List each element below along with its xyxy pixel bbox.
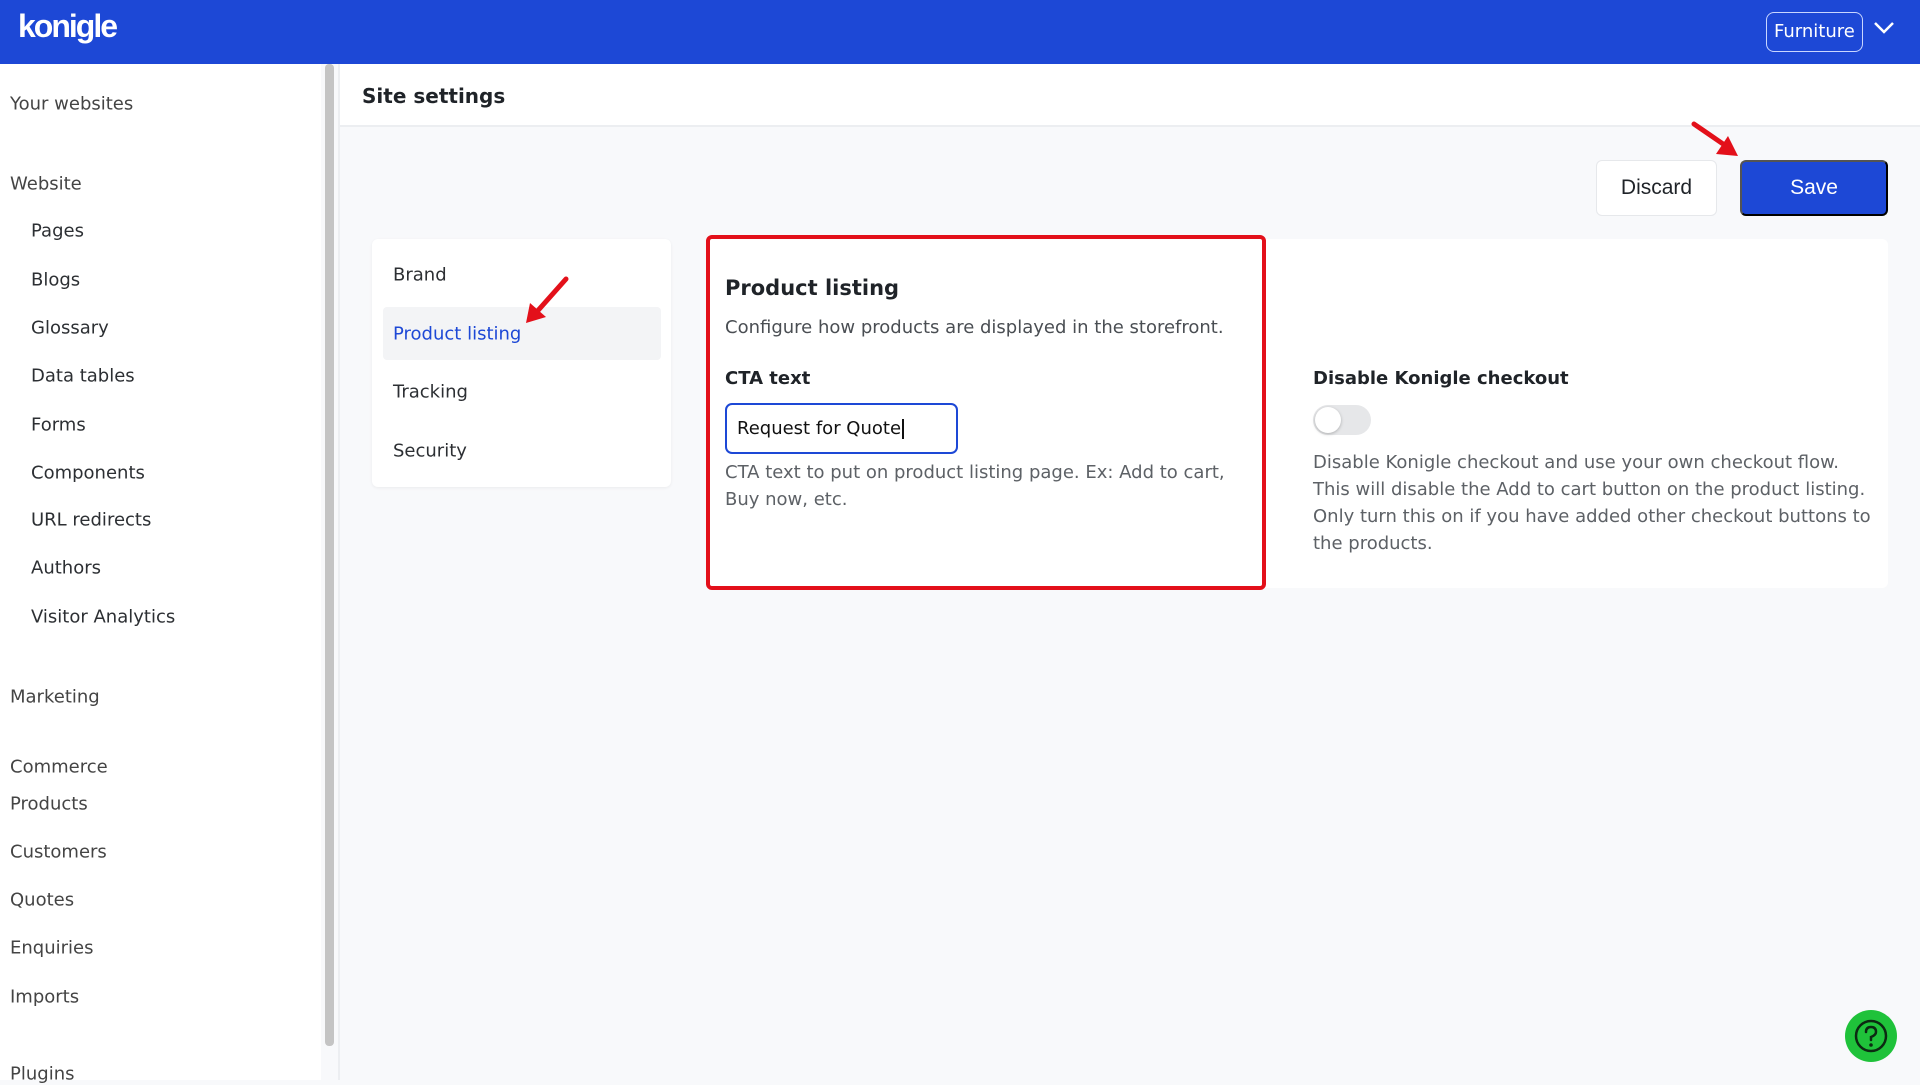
toggle-knob[interactable]: [1315, 407, 1341, 433]
red-arrow-icon: [1691, 121, 1738, 156]
section-title: Product listing: [725, 276, 900, 300]
sidebar-section-commerce: Commerce: [10, 756, 108, 778]
divider: [338, 64, 340, 1080]
tab-brand[interactable]: Brand: [393, 265, 447, 286]
save-button[interactable]: Save: [1740, 160, 1888, 216]
cta-text-input[interactable]: Request for Quote: [725, 403, 958, 454]
sidebar-item-data-tables[interactable]: Data tables: [31, 366, 135, 387]
red-arrow-icon: [526, 276, 569, 323]
sidebar-item-visitor-analytics[interactable]: Visitor Analytics: [31, 607, 175, 628]
sidebar-section-plugins[interactable]: Plugins: [10, 1064, 74, 1085]
cta-text-help: CTA text to put on product listing page.…: [725, 462, 1225, 510]
disable-checkout-help: Disable Konigle checkout and use your ow…: [1313, 452, 1871, 554]
help-button[interactable]: [1845, 1010, 1897, 1062]
sidebar: Your websites Website Pages Blogs Glossa…: [0, 64, 321, 1085]
cta-text-label: CTA text: [725, 368, 811, 389]
section-description: Configure how products are displayed in …: [725, 317, 1224, 338]
chevron-down-icon[interactable]: [1872, 18, 1896, 38]
konigle-logo[interactable]: konigle: [18, 8, 118, 45]
tab-security[interactable]: Security: [393, 441, 467, 462]
sidebar-item-quotes[interactable]: Quotes: [10, 890, 74, 911]
page-header: [340, 64, 1920, 127]
sidebar-item-url-redirects[interactable]: URL redirects: [31, 510, 151, 531]
sidebar-item-blogs[interactable]: Blogs: [31, 270, 80, 291]
sidebar-item-components[interactable]: Components: [31, 463, 145, 484]
question-circle-icon: [1854, 1019, 1888, 1053]
sidebar-item-imports[interactable]: Imports: [10, 987, 79, 1008]
sidebar-item-products[interactable]: Products: [10, 794, 88, 815]
sidebar-item-authors[interactable]: Authors: [31, 558, 101, 579]
tab-product-listing[interactable]: Product listing: [393, 324, 521, 345]
sidebar-item-pages[interactable]: Pages: [31, 221, 84, 242]
sidebar-item-forms[interactable]: Forms: [31, 415, 86, 436]
disable-checkout-label: Disable Konigle checkout: [1313, 368, 1569, 389]
text-cursor: [902, 418, 904, 439]
sidebar-section-website[interactable]: Website: [10, 174, 82, 195]
sidebar-item-enquiries[interactable]: Enquiries: [10, 938, 93, 959]
sidebar-item-glossary[interactable]: Glossary: [31, 318, 109, 339]
page-title: Site settings: [362, 84, 506, 108]
store-selector[interactable]: Furniture: [1766, 12, 1863, 52]
sidebar-item-customers[interactable]: Customers: [10, 842, 107, 863]
cta-text-value: Request for Quote: [737, 418, 902, 439]
sidebar-scrollbar[interactable]: [325, 64, 334, 1046]
top-bar: [0, 0, 1920, 64]
sidebar-item-your-websites[interactable]: Your websites: [10, 94, 133, 115]
sidebar-section-marketing[interactable]: Marketing: [10, 687, 100, 708]
discard-button[interactable]: Discard: [1596, 160, 1717, 216]
tab-tracking[interactable]: Tracking: [393, 382, 468, 403]
